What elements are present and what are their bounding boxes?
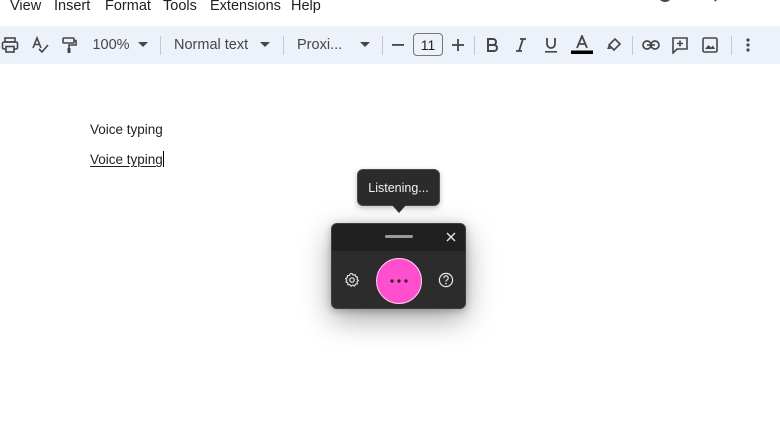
add-comment-icon[interactable] xyxy=(670,26,690,64)
settings-icon[interactable] xyxy=(344,272,360,288)
menu-lines-icon[interactable] xyxy=(752,0,766,4)
document-text-line-2: Voice typing xyxy=(90,152,163,167)
menu-insert[interactable]: Insert xyxy=(54,0,90,14)
menu-help[interactable]: Help xyxy=(291,0,321,14)
toolbar-divider xyxy=(160,36,161,55)
tooltip-text: Listening... xyxy=(368,180,429,195)
toolbar-divider xyxy=(731,36,732,55)
print-icon[interactable] xyxy=(0,26,20,64)
italic-icon[interactable] xyxy=(513,26,529,64)
menu-extensions[interactable]: Extensions xyxy=(210,0,281,14)
drag-handle[interactable] xyxy=(385,235,413,238)
style-chevron-down-icon[interactable] xyxy=(259,26,271,64)
text-color-icon[interactable] xyxy=(571,26,593,64)
search-icon[interactable] xyxy=(706,0,720,4)
toolbar-divider xyxy=(474,36,475,55)
font-chevron-down-icon[interactable] xyxy=(359,26,371,64)
text-cursor xyxy=(162,151,164,167)
decrease-font-size-icon[interactable] xyxy=(391,26,405,64)
toolbar-divider xyxy=(283,36,284,55)
menu-view[interactable]: View xyxy=(10,0,41,14)
zoom-select[interactable]: 100% xyxy=(91,26,131,64)
voice-mic-button[interactable] xyxy=(376,258,422,304)
document-text-line-1: Voice typing xyxy=(90,122,163,137)
close-icon[interactable] xyxy=(444,230,458,244)
history-icon[interactable] xyxy=(658,0,672,4)
paint-format-icon[interactable] xyxy=(59,26,79,64)
font-family-select[interactable]: Proxi... xyxy=(297,26,349,64)
tooltip-arrow xyxy=(392,205,406,213)
toolbar: 100% Normal text Proxi... 11 xyxy=(0,26,780,64)
zoom-chevron-down-icon[interactable] xyxy=(137,26,149,64)
listening-tooltip: Listening... xyxy=(357,169,440,206)
link-icon[interactable] xyxy=(641,26,661,64)
font-size-input[interactable]: 11 xyxy=(413,33,443,56)
menu-tools[interactable]: Tools xyxy=(163,0,197,14)
top-right-icons xyxy=(640,0,780,6)
menu-bar: View Insert Format Tools Extensions Help xyxy=(0,0,780,22)
toolbar-divider xyxy=(382,36,383,55)
document-paragraph[interactable]: Voice typing xyxy=(90,122,163,137)
widget-titlebar[interactable] xyxy=(332,224,465,251)
increase-font-size-icon[interactable] xyxy=(451,26,465,64)
more-vert-icon[interactable] xyxy=(742,26,754,64)
voice-typing-widget xyxy=(331,223,466,309)
toolbar-divider xyxy=(632,36,633,55)
underline-icon[interactable] xyxy=(543,26,559,64)
menu-format[interactable]: Format xyxy=(105,0,151,14)
help-icon[interactable] xyxy=(438,272,454,288)
document-paragraph-active[interactable]: Voice typing xyxy=(90,151,164,167)
highlight-icon[interactable] xyxy=(605,26,623,64)
more-dots-icon xyxy=(390,279,408,283)
paragraph-style-select[interactable]: Normal text xyxy=(174,26,250,64)
insert-image-icon[interactable] xyxy=(700,26,720,64)
spellcheck-icon[interactable] xyxy=(30,26,50,64)
bold-icon[interactable] xyxy=(484,26,500,64)
